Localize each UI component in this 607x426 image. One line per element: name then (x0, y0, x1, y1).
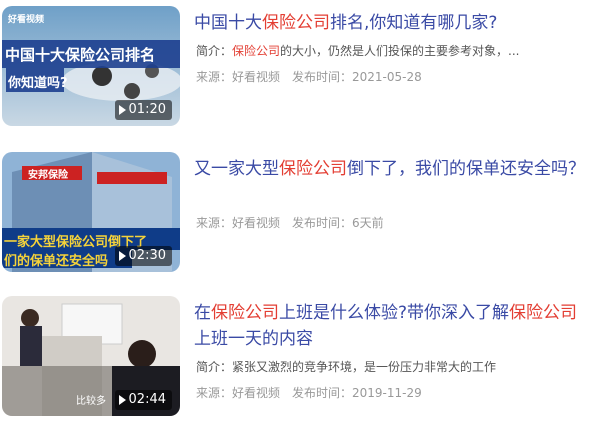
thumbnail-sign: 安邦保险 (28, 170, 68, 181)
video-result-3: 比较多 02:44 在保险公司上班是什么体验?带你深入了解保险公司上班一天的内容… (0, 296, 607, 418)
publish-time: 发布时间：6天前 (292, 216, 384, 230)
video-meta: 来源：好看视频 发布时间：2021-05-28 (196, 68, 422, 85)
desc-text: 的大小，仍然是人们投保的主要参考对象，... (280, 44, 520, 58)
video-title-link[interactable]: 中国十大保险公司排名,你知道有哪几家? (194, 10, 594, 36)
title-keyword: 保险公司 (211, 303, 279, 323)
publish-time: 发布时间：2019-11-29 (292, 386, 422, 400)
video-title-link[interactable]: 又一家大型保险公司倒下了，我们的保单还安全吗？ (194, 156, 594, 182)
thumbnail-headline: 中国十大保险公司排名 (5, 46, 156, 64)
duration-text: 01:20 (128, 102, 166, 117)
title-text: 在 (194, 303, 211, 323)
video-title-link[interactable]: 在保险公司上班是什么体验?带你深入了解保险公司上班一天的内容 (194, 300, 594, 352)
play-icon (118, 395, 126, 405)
title-text: 排名,你知道有哪几家? (330, 13, 498, 33)
thumbnail-caption: 比较多 (76, 396, 106, 407)
thumbnail-subheadline: 们的保单还安全吗 (4, 254, 109, 269)
duration-text: 02:44 (128, 392, 166, 407)
title-keyword: 保险公司 (509, 303, 578, 323)
title-text: 中国十大 (194, 13, 262, 33)
duration-badge: 02:30 (114, 246, 172, 266)
duration-badge: 01:20 (114, 100, 172, 120)
thumbnail-subheadline: 你知道吗? (8, 76, 68, 91)
video-thumbnail[interactable]: 安邦保险 一家大型保险公司倒下了 们的保单还安全吗 02:30 (2, 152, 180, 272)
duration-text: 02:30 (128, 248, 166, 263)
video-description: 简介：保险公司的大小，仍然是人们投保的主要参考对象，... (196, 42, 596, 59)
desc-text: 紧张又激烈的竞争环境，是一份压力非常大的工作 (232, 360, 497, 374)
title-keyword: 保险公司 (279, 159, 347, 179)
video-thumbnail[interactable]: 好看视频 中国十大保险公司排名 你知道吗? 01:20 (2, 6, 180, 126)
play-icon (118, 251, 126, 261)
publish-time: 发布时间：2021-05-28 (292, 70, 422, 84)
play-icon (118, 105, 126, 115)
title-text: 上班一天的内容 (194, 329, 313, 349)
source-text: 来源：好看视频 (196, 386, 281, 400)
desc-label: 简介： (196, 44, 233, 58)
video-description: 简介：紧张又激烈的竞争环境，是一份压力非常大的工作 (196, 358, 596, 375)
video-meta: 来源：好看视频 发布时间：2019-11-29 (196, 384, 422, 401)
duration-badge: 02:44 (114, 390, 172, 410)
video-thumbnail[interactable]: 比较多 02:44 (2, 296, 180, 416)
desc-label: 简介： (196, 360, 233, 374)
video-result-1: 好看视频 中国十大保险公司排名 你知道吗? 01:20 中国十大保险公司排名,你… (0, 6, 607, 128)
title-text: 又一家大型 (194, 159, 279, 179)
source-text: 来源：好看视频 (196, 216, 281, 230)
title-text: 倒下了，我们的保单还安全吗？ (347, 159, 585, 179)
thumbnail-logo: 好看视频 (8, 15, 45, 25)
title-text: 上班是什么体验?带你深入了解 (279, 303, 510, 323)
video-meta: 来源：好看视频 发布时间：6天前 (196, 214, 384, 231)
video-result-2: 安邦保险 一家大型保险公司倒下了 们的保单还安全吗 02:30 又一家大型保险公… (0, 152, 607, 274)
source-text: 来源：好看视频 (196, 70, 281, 84)
title-keyword: 保险公司 (262, 13, 330, 33)
desc-keyword: 保险公司 (232, 44, 281, 58)
